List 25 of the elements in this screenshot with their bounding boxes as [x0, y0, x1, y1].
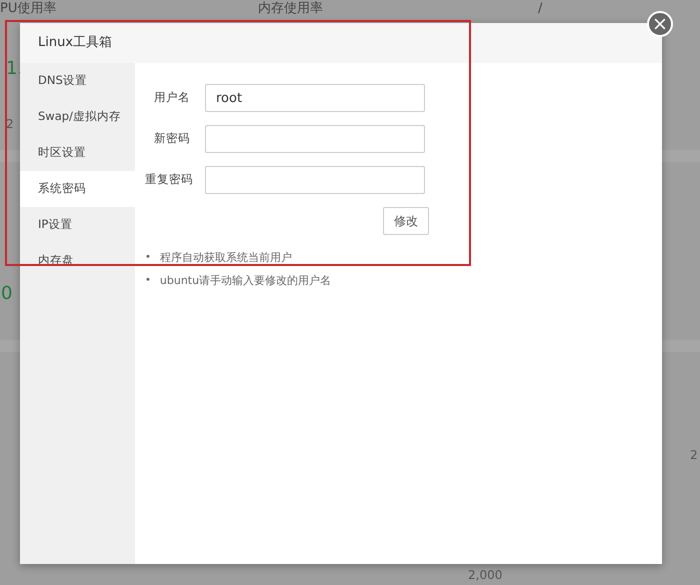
background-label: 2: [690, 447, 698, 464]
field-label: 新密码: [153, 130, 190, 148]
field-label: 用户名: [153, 89, 190, 106]
bullet: •: [145, 274, 151, 288]
sidebar-item[interactable]: DNS设置: [20, 63, 135, 99]
note-text: ubuntu请手动输入要修改的用户名: [160, 273, 332, 289]
sidebar-item[interactable]: IP设置: [20, 207, 135, 243]
input-field[interactable]: root: [205, 84, 425, 112]
background-label: 内存使用率: [258, 0, 323, 17]
background-label: 2,000: [468, 567, 502, 584]
background-label: 0: [1, 283, 12, 305]
close-button[interactable]: ×: [647, 11, 673, 37]
background-label: /: [538, 0, 542, 17]
background-label: PU使用率: [0, 0, 56, 17]
sidebar-item[interactable]: Swap/虚拟内存: [20, 99, 135, 135]
sidebar-item[interactable]: 系统密码: [20, 171, 135, 207]
background-label: 2: [6, 116, 14, 133]
field-label: 重复密码: [145, 171, 190, 188]
input-field[interactable]: [205, 166, 425, 194]
note-text: 程序自动获取系统当前用户: [160, 250, 292, 266]
sidebar-item[interactable]: 时区设置: [20, 135, 135, 171]
bullet: •: [145, 250, 151, 264]
input-field[interactable]: [205, 125, 425, 153]
modal-title: Linux工具箱: [38, 34, 112, 52]
submit-button[interactable]: 修改: [383, 207, 429, 235]
